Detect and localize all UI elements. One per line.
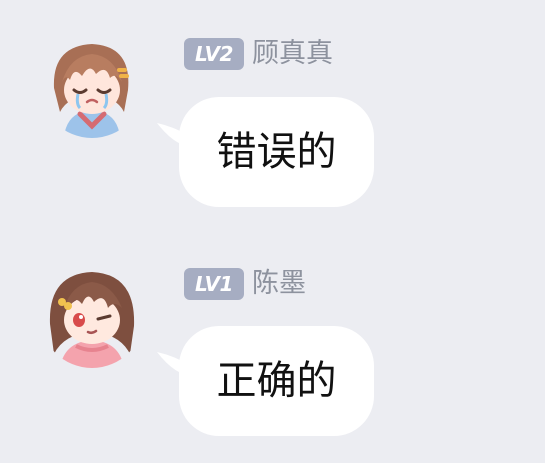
avatar[interactable] — [40, 264, 144, 368]
bubble-tail-icon — [157, 123, 197, 148]
message-meta: LV2 顾真真 — [184, 36, 333, 72]
message-bubble[interactable]: 错误的 — [157, 97, 374, 207]
chat-message: LV2 顾真真 错误的 — [0, 0, 545, 230]
level-badge: LV1 — [184, 268, 244, 300]
message-bubble[interactable]: 正确的 — [157, 326, 374, 436]
username[interactable]: 陈墨 — [252, 266, 306, 302]
anime-girl-winking-avatar — [40, 264, 144, 368]
message-meta: LV1 陈墨 — [184, 266, 306, 302]
bubble-tail-icon — [157, 352, 197, 377]
avatar[interactable] — [40, 34, 144, 138]
level-badge: LV2 — [184, 38, 244, 70]
message-text: 错误的 — [216, 129, 337, 175]
anime-girl-crying-avatar — [40, 34, 144, 138]
username[interactable]: 顾真真 — [252, 36, 333, 72]
message-text: 正确的 — [216, 358, 337, 404]
chat-message: LV1 陈墨 正确的 — [0, 230, 545, 460]
